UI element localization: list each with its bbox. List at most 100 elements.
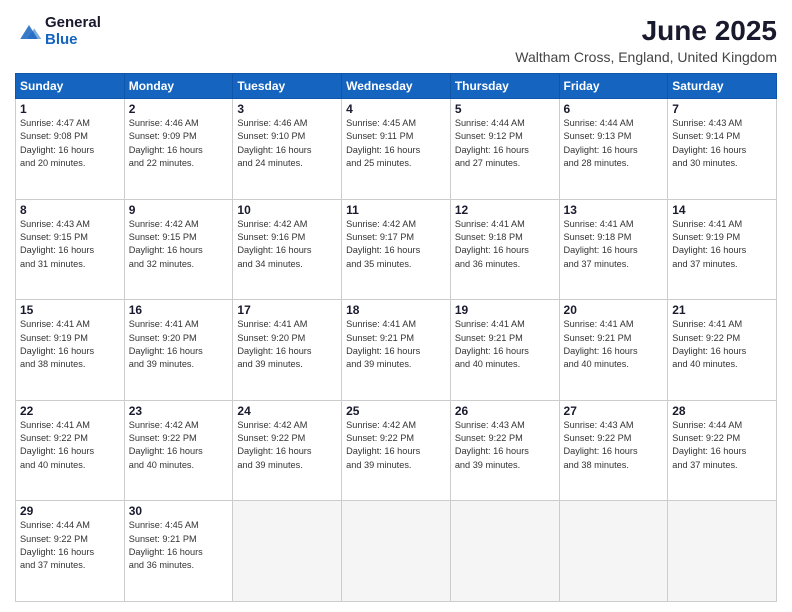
day-info: Sunrise: 4:41 AMSunset: 9:21 PMDaylight:… [346,318,446,371]
day-number: 7 [672,102,772,116]
day-number: 29 [20,504,120,518]
col-header-sunday: Sunday [16,74,125,99]
calendar-cell: 30Sunrise: 4:45 AMSunset: 9:21 PMDayligh… [124,501,233,602]
calendar-cell [342,501,451,602]
day-number: 30 [129,504,229,518]
calendar-table: Sunday Monday Tuesday Wednesday Thursday… [15,73,777,602]
day-number: 9 [129,203,229,217]
calendar-cell: 18Sunrise: 4:41 AMSunset: 9:21 PMDayligh… [342,300,451,401]
calendar-header-row: Sunday Monday Tuesday Wednesday Thursday… [16,74,777,99]
calendar-cell [450,501,559,602]
day-info: Sunrise: 4:43 AMSunset: 9:15 PMDaylight:… [20,218,120,271]
day-info: Sunrise: 4:41 AMSunset: 9:22 PMDaylight:… [20,419,120,472]
subtitle: Waltham Cross, England, United Kingdom [515,49,777,65]
calendar-week-row: 15Sunrise: 4:41 AMSunset: 9:19 PMDayligh… [16,300,777,401]
calendar-week-row: 1Sunrise: 4:47 AMSunset: 9:08 PMDaylight… [16,99,777,200]
day-number: 8 [20,203,120,217]
calendar-cell: 20Sunrise: 4:41 AMSunset: 9:21 PMDayligh… [559,300,668,401]
day-number: 13 [564,203,664,217]
day-number: 5 [455,102,555,116]
day-number: 27 [564,404,664,418]
day-number: 11 [346,203,446,217]
calendar-cell: 19Sunrise: 4:41 AMSunset: 9:21 PMDayligh… [450,300,559,401]
day-number: 28 [672,404,772,418]
calendar-cell: 8Sunrise: 4:43 AMSunset: 9:15 PMDaylight… [16,199,125,300]
calendar-cell: 10Sunrise: 4:42 AMSunset: 9:16 PMDayligh… [233,199,342,300]
day-info: Sunrise: 4:46 AMSunset: 9:10 PMDaylight:… [237,117,337,170]
calendar-cell: 23Sunrise: 4:42 AMSunset: 9:22 PMDayligh… [124,400,233,501]
day-info: Sunrise: 4:45 AMSunset: 9:21 PMDaylight:… [129,519,229,572]
day-number: 20 [564,303,664,317]
day-number: 16 [129,303,229,317]
day-number: 24 [237,404,337,418]
logo-text-general: General [45,15,101,32]
day-info: Sunrise: 4:42 AMSunset: 9:22 PMDaylight:… [237,419,337,472]
day-info: Sunrise: 4:47 AMSunset: 9:08 PMDaylight:… [20,117,120,170]
calendar-cell: 12Sunrise: 4:41 AMSunset: 9:18 PMDayligh… [450,199,559,300]
page: General Blue June 2025 Waltham Cross, En… [0,0,792,612]
calendar-cell [233,501,342,602]
day-number: 6 [564,102,664,116]
day-number: 10 [237,203,337,217]
day-info: Sunrise: 4:42 AMSunset: 9:16 PMDaylight:… [237,218,337,271]
day-info: Sunrise: 4:45 AMSunset: 9:11 PMDaylight:… [346,117,446,170]
day-info: Sunrise: 4:43 AMSunset: 9:22 PMDaylight:… [455,419,555,472]
col-header-friday: Friday [559,74,668,99]
header: General Blue June 2025 Waltham Cross, En… [15,15,777,65]
col-header-saturday: Saturday [668,74,777,99]
day-info: Sunrise: 4:41 AMSunset: 9:21 PMDaylight:… [564,318,664,371]
day-info: Sunrise: 4:41 AMSunset: 9:18 PMDaylight:… [564,218,664,271]
col-header-monday: Monday [124,74,233,99]
day-number: 23 [129,404,229,418]
day-info: Sunrise: 4:42 AMSunset: 9:17 PMDaylight:… [346,218,446,271]
calendar-cell: 1Sunrise: 4:47 AMSunset: 9:08 PMDaylight… [16,99,125,200]
calendar-cell: 14Sunrise: 4:41 AMSunset: 9:19 PMDayligh… [668,199,777,300]
calendar-cell: 11Sunrise: 4:42 AMSunset: 9:17 PMDayligh… [342,199,451,300]
day-info: Sunrise: 4:41 AMSunset: 9:22 PMDaylight:… [672,318,772,371]
day-number: 12 [455,203,555,217]
day-number: 26 [455,404,555,418]
day-info: Sunrise: 4:44 AMSunset: 9:13 PMDaylight:… [564,117,664,170]
col-header-tuesday: Tuesday [233,74,342,99]
day-info: Sunrise: 4:41 AMSunset: 9:20 PMDaylight:… [237,318,337,371]
day-info: Sunrise: 4:42 AMSunset: 9:22 PMDaylight:… [129,419,229,472]
calendar-cell: 27Sunrise: 4:43 AMSunset: 9:22 PMDayligh… [559,400,668,501]
day-info: Sunrise: 4:41 AMSunset: 9:19 PMDaylight:… [672,218,772,271]
day-info: Sunrise: 4:46 AMSunset: 9:09 PMDaylight:… [129,117,229,170]
col-header-wednesday: Wednesday [342,74,451,99]
calendar-cell: 16Sunrise: 4:41 AMSunset: 9:20 PMDayligh… [124,300,233,401]
calendar-cell: 5Sunrise: 4:44 AMSunset: 9:12 PMDaylight… [450,99,559,200]
day-info: Sunrise: 4:42 AMSunset: 9:22 PMDaylight:… [346,419,446,472]
day-info: Sunrise: 4:44 AMSunset: 9:12 PMDaylight:… [455,117,555,170]
day-info: Sunrise: 4:43 AMSunset: 9:22 PMDaylight:… [564,419,664,472]
calendar-cell: 17Sunrise: 4:41 AMSunset: 9:20 PMDayligh… [233,300,342,401]
day-number: 15 [20,303,120,317]
calendar-cell: 21Sunrise: 4:41 AMSunset: 9:22 PMDayligh… [668,300,777,401]
calendar-cell: 6Sunrise: 4:44 AMSunset: 9:13 PMDaylight… [559,99,668,200]
day-info: Sunrise: 4:42 AMSunset: 9:15 PMDaylight:… [129,218,229,271]
calendar-cell: 28Sunrise: 4:44 AMSunset: 9:22 PMDayligh… [668,400,777,501]
calendar-week-row: 8Sunrise: 4:43 AMSunset: 9:15 PMDaylight… [16,199,777,300]
day-info: Sunrise: 4:41 AMSunset: 9:21 PMDaylight:… [455,318,555,371]
day-number: 3 [237,102,337,116]
day-info: Sunrise: 4:43 AMSunset: 9:14 PMDaylight:… [672,117,772,170]
day-number: 18 [346,303,446,317]
day-number: 14 [672,203,772,217]
calendar-cell: 2Sunrise: 4:46 AMSunset: 9:09 PMDaylight… [124,99,233,200]
calendar-cell: 3Sunrise: 4:46 AMSunset: 9:10 PMDaylight… [233,99,342,200]
day-info: Sunrise: 4:41 AMSunset: 9:18 PMDaylight:… [455,218,555,271]
calendar-cell: 9Sunrise: 4:42 AMSunset: 9:15 PMDaylight… [124,199,233,300]
calendar-cell: 4Sunrise: 4:45 AMSunset: 9:11 PMDaylight… [342,99,451,200]
logo: General Blue [15,15,101,48]
calendar-cell: 26Sunrise: 4:43 AMSunset: 9:22 PMDayligh… [450,400,559,501]
day-number: 21 [672,303,772,317]
calendar-cell: 29Sunrise: 4:44 AMSunset: 9:22 PMDayligh… [16,501,125,602]
calendar-cell: 15Sunrise: 4:41 AMSunset: 9:19 PMDayligh… [16,300,125,401]
calendar-cell: 13Sunrise: 4:41 AMSunset: 9:18 PMDayligh… [559,199,668,300]
day-info: Sunrise: 4:41 AMSunset: 9:19 PMDaylight:… [20,318,120,371]
calendar-cell [668,501,777,602]
calendar-cell: 25Sunrise: 4:42 AMSunset: 9:22 PMDayligh… [342,400,451,501]
day-info: Sunrise: 4:41 AMSunset: 9:20 PMDaylight:… [129,318,229,371]
calendar-cell: 22Sunrise: 4:41 AMSunset: 9:22 PMDayligh… [16,400,125,501]
calendar-week-row: 29Sunrise: 4:44 AMSunset: 9:22 PMDayligh… [16,501,777,602]
